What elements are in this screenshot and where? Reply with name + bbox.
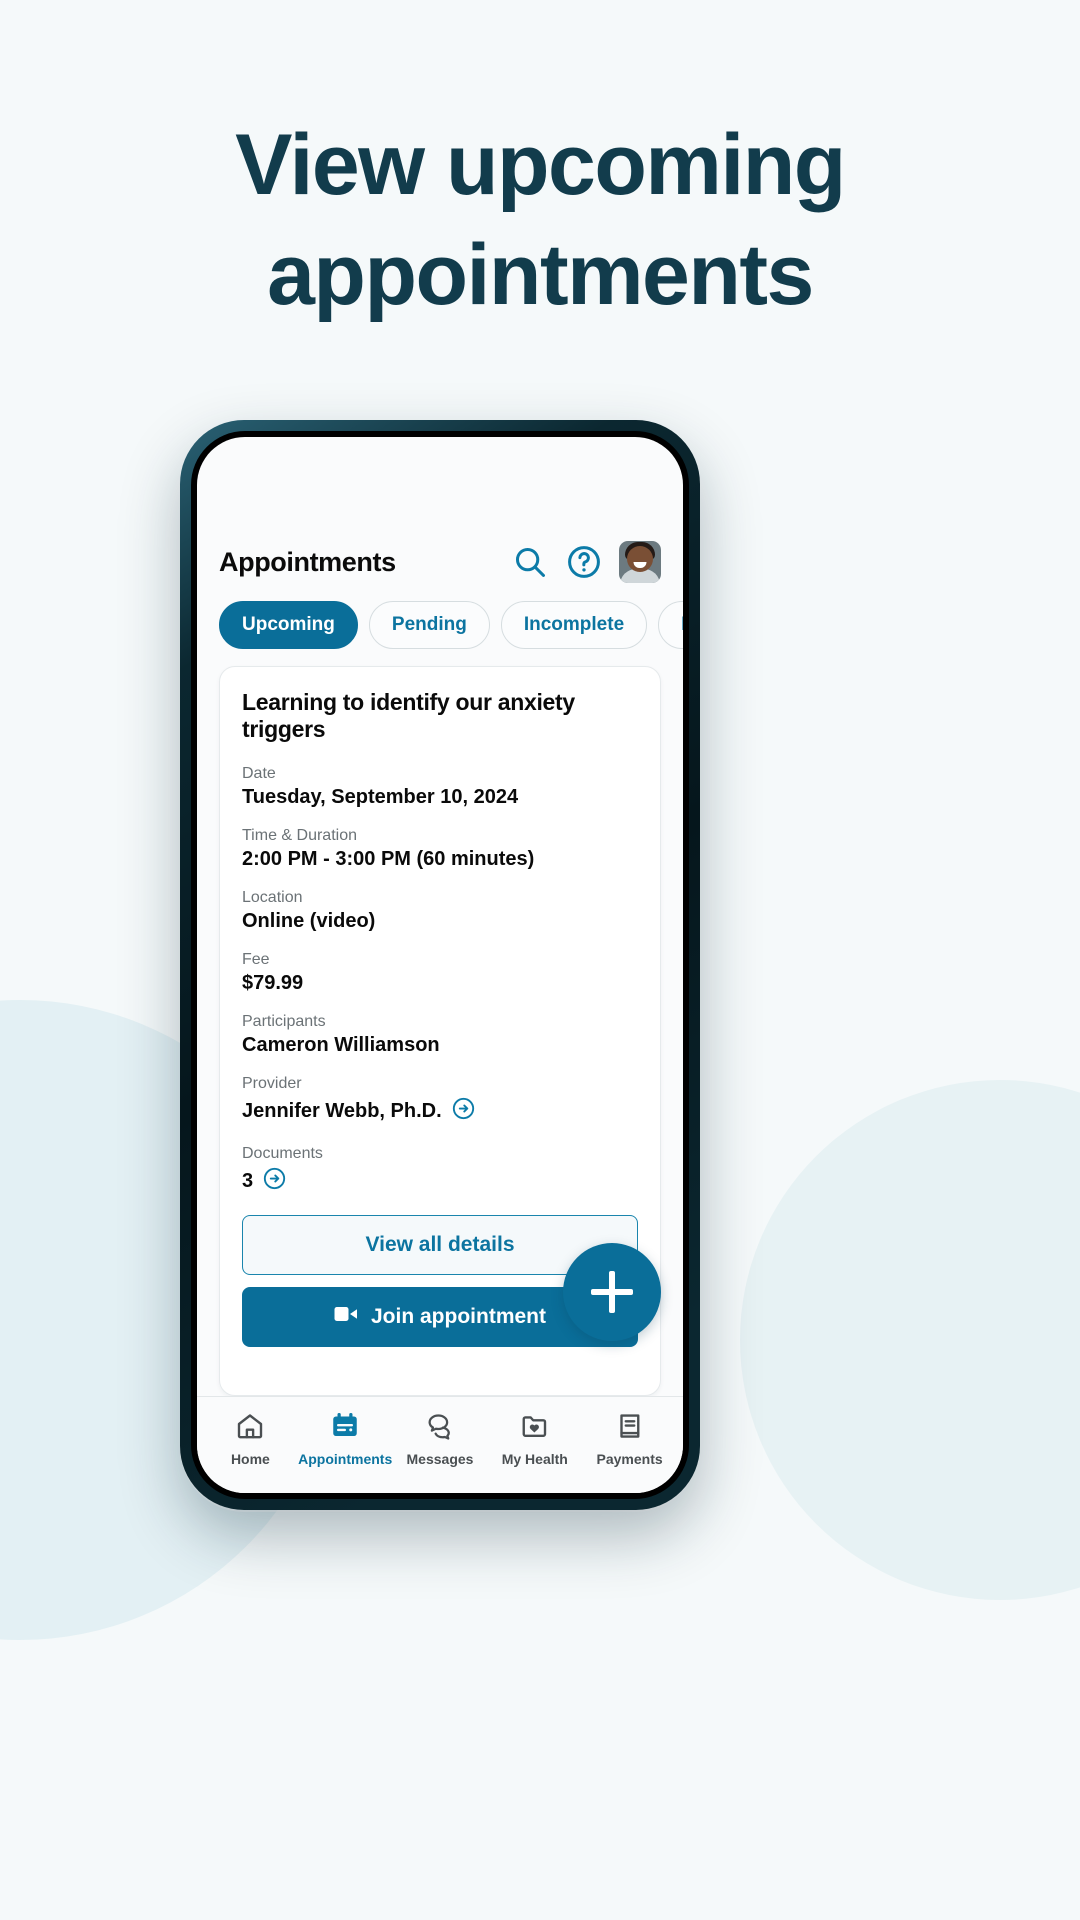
appointment-title: Learning to identify our anxiety trigger… [242, 689, 575, 742]
nav-item-my-health[interactable]: My Health [487, 1411, 582, 1467]
tab-incomplete[interactable]: Incomplete [500, 601, 648, 649]
field-label: Location [242, 889, 303, 906]
field-date: Date Tuesday, September 10, 2024 [242, 765, 638, 809]
field-location: Location Online (video) [242, 889, 638, 933]
nav-item-messages[interactable]: Messages [393, 1411, 488, 1467]
phone-screen: Appointments Upcoming Pending Incomplete… [197, 437, 683, 1493]
field-documents: Documents 3 [242, 1145, 638, 1197]
arrow-right-circle-icon[interactable] [451, 1096, 476, 1127]
field-provider: Provider Jennifer Webb, Ph.D. [242, 1075, 638, 1127]
documents-count: 3 [242, 1170, 254, 1192]
app-title: Appointments [219, 546, 396, 577]
page-title: View upcoming appointments [0, 110, 1080, 330]
join-appointment-label: Join appointment [371, 1305, 546, 1328]
field-value: Tuesday, September 10, 2024 [242, 786, 519, 808]
avatar[interactable] [619, 541, 661, 583]
header-actions [511, 541, 661, 583]
phone-mockup: Appointments Upcoming Pending Incomplete… [180, 420, 700, 1510]
tab-pending[interactable]: Pending [368, 601, 490, 649]
field-value: Cameron Williamson [242, 1034, 440, 1056]
nav-label: Appointments [298, 1451, 393, 1467]
app-header: Appointments [197, 437, 683, 593]
field-label: Participants [242, 1013, 326, 1030]
arrow-right-circle-icon[interactable] [262, 1166, 287, 1197]
provider-name: Jennifer Webb, Ph.D. [242, 1100, 442, 1122]
field-label: Documents [242, 1145, 323, 1162]
field-label: Date [242, 765, 276, 782]
nav-label: Payments [596, 1451, 663, 1467]
field-value-row: Jennifer Webb, Ph.D. [242, 1096, 638, 1127]
nav-label: Home [230, 1451, 270, 1467]
calendar-icon [330, 1411, 360, 1446]
field-value-row: 3 [242, 1166, 638, 1197]
phone-bezel: Appointments Upcoming Pending Incomplete… [191, 431, 689, 1499]
field-fee: Fee $79.99 [242, 951, 638, 995]
field-label: Fee [242, 951, 270, 968]
nav-label: My Health [501, 1451, 568, 1467]
nav-item-payments[interactable]: Payments [582, 1411, 677, 1467]
folder-heart-icon [520, 1411, 550, 1446]
tab-upcoming[interactable]: Upcoming [219, 601, 358, 649]
video-camera-icon [334, 1305, 358, 1329]
plus-icon-vertical [609, 1271, 615, 1313]
field-value: $79.99 [242, 972, 304, 994]
nav-label: Messages [406, 1451, 474, 1467]
field-value: Online (video) [242, 910, 376, 932]
add-appointment-fab[interactable] [563, 1243, 661, 1341]
nav-item-home[interactable]: Home [203, 1411, 298, 1467]
filter-tabs: Upcoming Pending Incomplete Past [197, 593, 683, 649]
field-label: Provider [242, 1075, 302, 1092]
help-icon[interactable] [565, 543, 603, 581]
home-icon [235, 1411, 265, 1446]
headline-line-1: View upcoming [235, 117, 846, 213]
decorative-blob-right [740, 1080, 1080, 1600]
nav-item-appointments[interactable]: Appointments [298, 1411, 393, 1467]
search-icon[interactable] [511, 543, 549, 581]
tab-past[interactable]: Past [658, 601, 683, 649]
bottom-navigation: Home Appointments Messages My Health Pay… [197, 1396, 683, 1493]
field-participants: Participants Cameron Williamson [242, 1013, 638, 1057]
book-icon [615, 1411, 645, 1446]
field-value: 2:00 PM - 3:00 PM (60 minutes) [242, 848, 535, 870]
chat-bubbles-icon [425, 1411, 455, 1446]
field-time-duration: Time & Duration 2:00 PM - 3:00 PM (60 mi… [242, 827, 638, 871]
promo-screenshot: View upcoming appointments Appointments [0, 0, 1080, 1920]
field-label: Time & Duration [242, 827, 357, 844]
headline-line-2: appointments [267, 227, 814, 324]
